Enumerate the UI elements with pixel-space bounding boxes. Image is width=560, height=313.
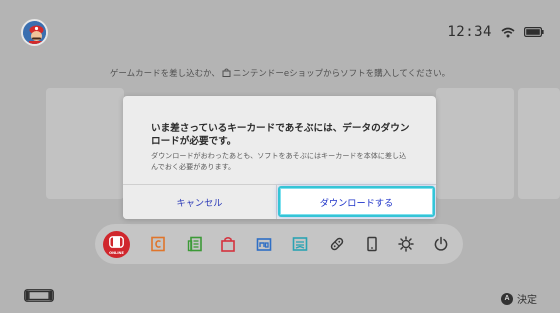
game-slot[interactable] <box>436 88 514 199</box>
catalog-button[interactable] <box>182 231 208 257</box>
mario-avatar-icon <box>23 21 46 44</box>
home-screen: 12:34 ゲームカードを差し込むか、 ニンテンドーeショップからソフトを購入して… <box>0 0 560 313</box>
album-icon <box>256 238 272 251</box>
news-button[interactable] <box>145 231 171 257</box>
nintendo-switch-online-button[interactable]: ONLINE <box>103 231 130 258</box>
insert-card-hint: ゲームカードを差し込むか、 ニンテンドーeショップからソフトを購入してください。 <box>0 67 560 79</box>
battery-icon <box>524 27 544 37</box>
bottom-bar <box>0 280 560 313</box>
shopping-bag-icon <box>221 236 235 252</box>
wifi-icon <box>501 27 515 37</box>
user-avatar[interactable] <box>21 19 48 46</box>
dialog-actions: キャンセル ダウンロードする <box>123 184 436 219</box>
system-settings-device-button[interactable] <box>359 231 385 257</box>
a-button-icon: A <box>501 292 513 305</box>
power-button[interactable] <box>428 231 454 257</box>
controllers-button[interactable] <box>324 231 350 257</box>
eshop-bag-icon <box>222 68 231 77</box>
confirm-hint: A 決定 <box>501 291 537 306</box>
game-slot[interactable] <box>46 88 124 199</box>
chat-icon <box>292 237 308 251</box>
console-switch-icon <box>24 289 54 302</box>
dialog-description: ダウンロードがおわったあとも、ソフトをあそぶにはキーカードを本体に差し込んでおく… <box>151 151 407 171</box>
dialog-body: いま差さっているキーカードであそぶには、データのダウンロードが必要です。 ダウン… <box>123 96 436 184</box>
news-icon <box>151 236 165 252</box>
switch-logo-icon <box>109 235 124 248</box>
cancel-button[interactable]: キャンセル <box>123 185 277 219</box>
catalog-icon <box>187 236 202 252</box>
controller-icon <box>330 237 344 251</box>
online-label: ONLINE <box>109 251 124 255</box>
eshop-button[interactable] <box>215 231 241 257</box>
download-button[interactable]: ダウンロードする <box>278 186 435 217</box>
status-bar: 12:34 <box>447 24 544 40</box>
hint-text-before: ゲームカードを差し込むか、 <box>109 69 220 79</box>
hint-text-after: ニンテンドーeショップからソフトを購入してください。 <box>232 69 451 79</box>
power-icon <box>434 236 448 251</box>
album-button[interactable] <box>251 231 277 257</box>
settings-button[interactable] <box>393 231 419 257</box>
chat-button[interactable] <box>287 231 313 257</box>
clock: 12:34 <box>447 24 492 40</box>
download-required-dialog: いま差さっているキーカードであそぶには、データのダウンロードが必要です。 ダウン… <box>123 96 436 219</box>
confirm-hint-label: 決定 <box>517 295 537 306</box>
tablet-icon <box>367 236 377 252</box>
dialog-title: いま差さっているキーカードであそぶには、データのダウンロードが必要です。 <box>151 123 410 147</box>
gear-icon <box>398 236 414 252</box>
game-slot[interactable] <box>518 88 560 199</box>
